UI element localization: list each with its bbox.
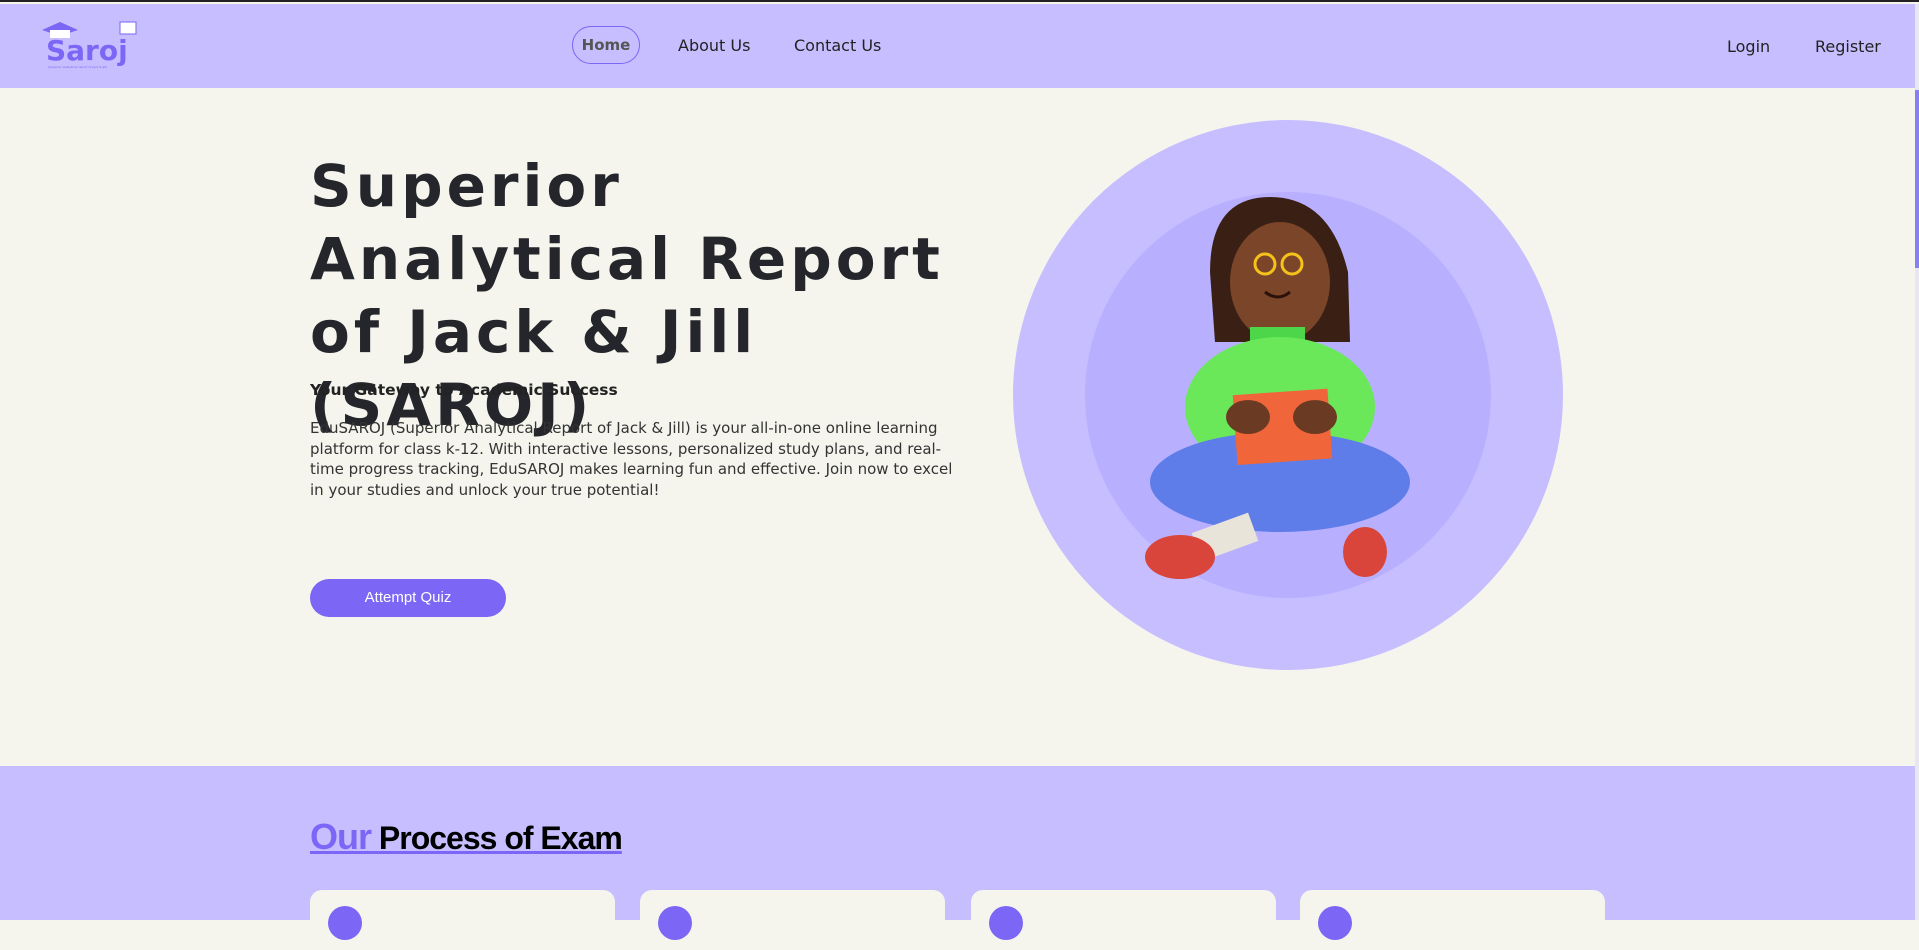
login-link[interactable]: Login xyxy=(1727,37,1770,56)
nav-contact-us[interactable]: Contact Us xyxy=(794,36,881,55)
hero-subtitle: Your Gateway to Academic Success xyxy=(310,381,618,399)
step-icon xyxy=(1318,906,1352,940)
saroj-logo[interactable]: Saroj (Superior analytical report of Jac… xyxy=(42,20,142,72)
process-title-accent: Our xyxy=(310,816,372,857)
process-section xyxy=(0,766,1915,920)
svg-text:Saroj: Saroj xyxy=(46,34,128,67)
step-icon xyxy=(658,906,692,940)
girl-reading-illustration xyxy=(1145,197,1410,579)
nav-home[interactable]: Home xyxy=(572,26,640,64)
process-card xyxy=(640,890,945,950)
register-link[interactable]: Register xyxy=(1815,37,1881,56)
scrollbar-thumb[interactable] xyxy=(1915,90,1919,268)
process-card xyxy=(971,890,1276,950)
attempt-quiz-button[interactable]: Attempt Quiz xyxy=(310,579,506,617)
navbar: Saroj (Superior analytical report of Jac… xyxy=(0,4,1915,88)
process-title-rest: Process of Exam xyxy=(378,820,623,856)
step-icon xyxy=(328,906,362,940)
scrollbar[interactable] xyxy=(1915,4,1919,920)
step-icon xyxy=(989,906,1023,940)
process-card xyxy=(1300,890,1605,950)
process-title: Our Process of Exam xyxy=(310,816,623,858)
process-card xyxy=(310,890,615,950)
nav-about-us[interactable]: About Us xyxy=(678,36,750,55)
svg-text:(Superior analytical report of: (Superior analytical report of Jack & Ji… xyxy=(48,65,107,69)
hero-description: EduSAROJ (Superior Analytical Report of … xyxy=(310,419,953,499)
